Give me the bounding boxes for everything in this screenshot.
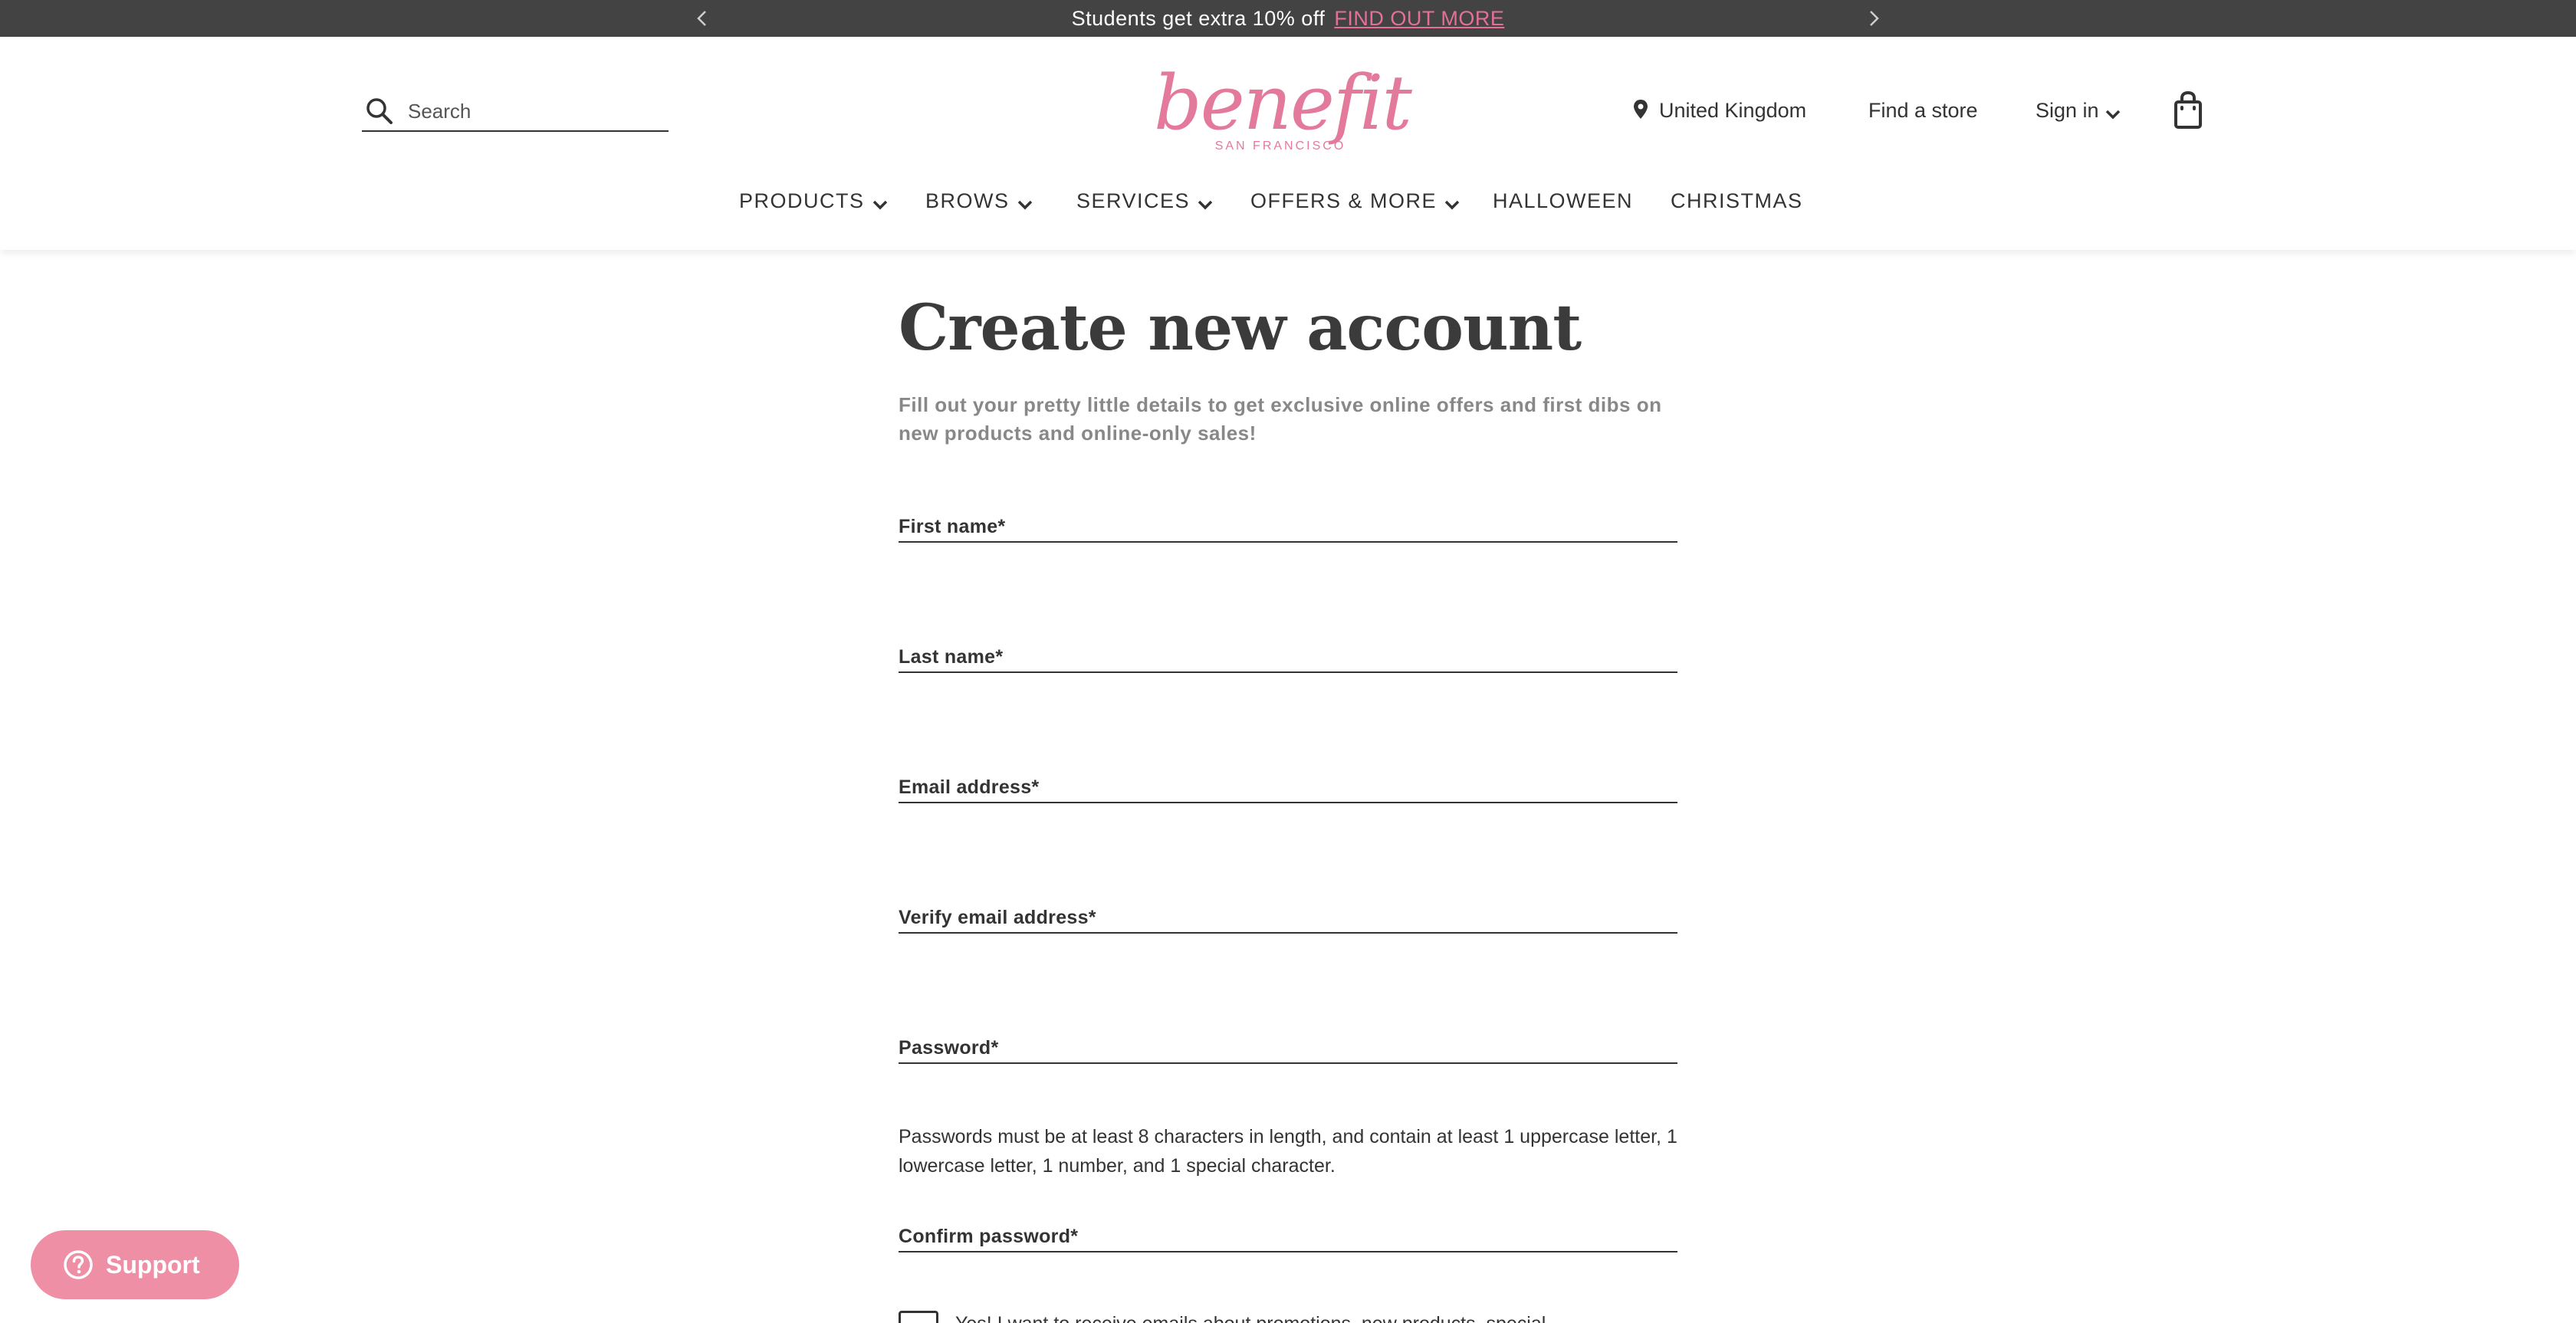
site-header: benefit SAN FRANCISCO United Kingdom Fin… [0,37,2576,250]
location-pin-icon [1631,98,1650,121]
nav-label: PRODUCTS [739,189,865,212]
first-name-input[interactable] [899,509,1677,543]
chevron-down-icon [1443,192,1461,210]
main-nav: PRODUCTS BROWS SERVICES OFFERS & MORE HA… [0,185,2576,216]
nav-offers-more[interactable]: OFFERS & MORE [1250,185,1461,216]
country-label: United Kingdom [1659,99,1807,122]
nav-christmas[interactable]: CHRISTMAS [1671,185,1803,216]
sign-in-menu[interactable]: Sign in [2036,95,2122,126]
help-circle-icon [63,1249,94,1280]
nav-label: BROWS [925,189,1010,212]
shopping-bag-button[interactable] [2171,90,2205,130]
page-title: Create new account [899,291,1582,365]
support-button[interactable]: Support [31,1230,239,1299]
search-input[interactable] [408,97,661,126]
promo-link[interactable]: FIND OUT MORE [1334,7,1504,30]
consent-text: Yes! I want to receive emails about prom… [955,1309,1676,1323]
shopping-bag-icon [2171,90,2205,135]
nav-label: SERVICES [1076,189,1191,212]
last-name-field[interactable]: Last name* [899,639,1677,673]
form-intro: Fill out your pretty little details to g… [899,393,1662,445]
sign-in-label: Sign in [2036,99,2099,122]
promo-message: Students get extra 10% off FIND OUT MORE [0,0,2576,37]
support-label: Support [106,1251,200,1279]
chevron-down-icon [1196,192,1214,210]
promo-bar: Students get extra 10% off FIND OUT MORE [0,0,2576,37]
search-bar[interactable] [362,90,669,132]
chevron-down-icon [1016,192,1034,210]
first-name-field[interactable]: First name* [899,509,1677,543]
email-input[interactable] [899,770,1677,803]
logo-subtitle: SAN FRANCISCO [1214,140,1346,153]
confirm-password-input[interactable] [899,1219,1677,1252]
nav-brows[interactable]: BROWS [925,185,1034,216]
nav-halloween[interactable]: HALLOWEEN [1493,185,1633,216]
chevron-down-icon [871,192,889,210]
benefit-logo[interactable]: benefit SAN FRANCISCO [1154,60,1412,158]
find-store-link[interactable]: Find a store [1868,95,1978,126]
search-icon[interactable] [365,97,394,126]
password-field[interactable]: Password* [899,1030,1677,1064]
nav-services[interactable]: SERVICES [1076,185,1214,216]
logo-wordmark: benefit [1154,60,1412,147]
marketing-consent: Yes! I want to receive emails about prom… [899,1311,1677,1323]
promo-text: Students get extra 10% off [1071,7,1326,30]
consent-checkbox[interactable] [899,1311,938,1323]
password-input[interactable] [899,1030,1677,1064]
chevron-down-icon [2104,101,2122,120]
verify-email-input[interactable] [899,900,1677,934]
verify-email-field[interactable]: Verify email address* [899,900,1677,934]
last-name-input[interactable] [899,639,1677,673]
password-hint: Passwords must be at least 8 characters … [899,1126,1677,1177]
nav-products[interactable]: PRODUCTS [739,185,889,216]
chevron-right-icon[interactable] [1861,6,1886,31]
confirm-password-field[interactable]: Confirm password* [899,1219,1677,1252]
email-field[interactable]: Email address* [899,770,1677,803]
country-selector[interactable]: United Kingdom [1631,95,1806,126]
nav-label: OFFERS & MORE [1250,189,1438,212]
